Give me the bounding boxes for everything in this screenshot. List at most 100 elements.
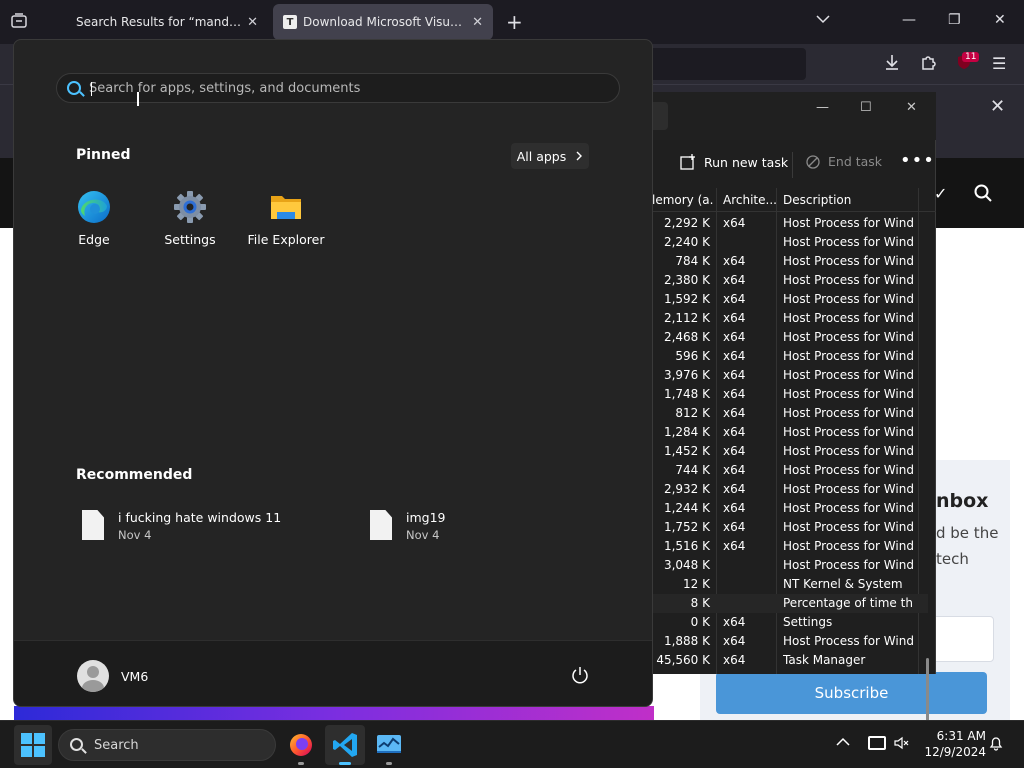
chevron-down-icon[interactable] <box>816 12 830 28</box>
column-header-description[interactable]: Description <box>783 193 903 207</box>
process-row[interactable]: 1,452 K x64 Host Process for Wind... <box>652 442 928 461</box>
pinned-app-settings[interactable]: Settings <box>144 186 236 250</box>
browser-tab-download-visual-c[interactable]: T Download Microsoft Visual C+ – ✕ <box>273 4 493 40</box>
browser-tab-bar: Search Results for “mandrake” – ✕ T Down… <box>0 0 1024 44</box>
architecture-cell: x64 <box>723 349 746 363</box>
taskbar-search-box[interactable]: Search <box>58 729 276 761</box>
architecture-cell: x64 <box>723 444 746 458</box>
minimize-icon[interactable]: — <box>816 100 829 115</box>
minimize-icon[interactable]: — <box>902 12 916 28</box>
pinned-app-file-explorer[interactable]: File Explorer <box>240 186 332 250</box>
browser-tab-search-results[interactable]: Search Results for “mandrake” – ✕ <box>66 4 268 40</box>
taskbar-search-label: Search <box>94 738 139 753</box>
memory-cell: 2,380 K <box>663 273 710 287</box>
memory-cell: 812 K <box>675 406 710 420</box>
process-row[interactable]: 1,244 K x64 Host Process for Wind... <box>652 499 928 518</box>
memory-cell: 1,284 K <box>663 425 710 439</box>
process-row[interactable]: 3,976 K x64 Host Process for Wind... <box>652 366 928 385</box>
process-row[interactable]: 812 K x64 Host Process for Wind... <box>652 404 928 423</box>
column-header-memory[interactable]: lemory (a... <box>652 193 714 207</box>
network-icon[interactable] <box>868 736 886 750</box>
search-icon <box>67 81 81 95</box>
pinned-app-edge[interactable]: Edge <box>48 186 140 250</box>
recommended-item[interactable]: img19 Nov 4 <box>370 510 446 546</box>
process-row[interactable]: 2,932 K x64 Host Process for Wind... <box>652 480 928 499</box>
show-hidden-icons-chevron-up-icon[interactable] <box>836 735 850 751</box>
download-icon[interactable] <box>884 54 900 74</box>
more-options-icon[interactable]: ••• <box>900 150 935 171</box>
process-row[interactable]: 2,292 K x64 Host Process for Wind... <box>652 214 928 233</box>
text-caret <box>91 82 92 96</box>
memory-cell: 744 K <box>675 463 710 477</box>
chevron-right-icon <box>576 149 583 164</box>
architecture-cell: x64 <box>723 463 746 477</box>
close-window-icon[interactable]: ✕ <box>994 12 1006 28</box>
url-bar[interactable] <box>640 48 806 80</box>
recommended-item-date: Nov 4 <box>118 528 152 542</box>
process-row[interactable]: 8 K Percentage of time th... <box>652 594 928 613</box>
extensions-puzzle-icon[interactable] <box>920 54 936 74</box>
task-manager-search-box[interactable] <box>652 102 668 130</box>
column-header-architecture[interactable]: Archite... <box>723 193 779 207</box>
process-row[interactable]: 3,048 K Host Process for Wind... <box>652 556 928 575</box>
process-table-header: lemory (a... Archite... Description <box>652 188 936 212</box>
new-tab-plus-icon[interactable]: + <box>506 10 523 34</box>
process-row[interactable]: 596 K x64 Host Process for Wind... <box>652 347 928 366</box>
clock[interactable]: 6:31 AM 12/9/2024 <box>900 728 986 760</box>
text-cursor-pointer <box>137 92 139 106</box>
process-row[interactable]: 0 K x64 Settings <box>652 613 928 632</box>
process-row[interactable]: 2,240 K Host Process for Wind... <box>652 233 928 252</box>
process-row[interactable]: 744 K x64 Host Process for Wind... <box>652 461 928 480</box>
architecture-cell: x64 <box>723 634 746 648</box>
close-tab-icon[interactable]: ✕ <box>247 15 258 30</box>
process-row[interactable]: 45,560 K x64 Task Manager <box>652 651 928 670</box>
process-row[interactable]: 12 K NT Kernel & System <box>652 575 928 594</box>
close-notification-icon[interactable]: ✕ <box>990 96 1005 117</box>
process-row[interactable]: 2,380 K x64 Host Process for Wind... <box>652 271 928 290</box>
close-tab-icon[interactable]: ✕ <box>472 15 483 30</box>
description-cell: Host Process for Wind... <box>783 368 913 382</box>
tab-list-icon[interactable] <box>10 12 30 32</box>
process-row[interactable]: 1,592 K x64 Host Process for Wind... <box>652 290 928 309</box>
run-new-task-button[interactable]: Run new task <box>680 154 788 170</box>
process-row[interactable]: 2,112 K x64 Host Process for Wind... <box>652 309 928 328</box>
memory-cell: 2,112 K <box>663 311 710 325</box>
start-button-windows-icon[interactable] <box>14 725 52 765</box>
process-row[interactable]: 2,468 K x64 Host Process for Wind... <box>652 328 928 347</box>
notifications-bell-icon[interactable] <box>988 735 1004 755</box>
taskbar-app-task-manager[interactable] <box>369 725 409 765</box>
subscribe-button[interactable]: Subscribe <box>716 672 987 714</box>
restore-icon[interactable]: ❐ <box>948 12 961 28</box>
taskbar-app-vscode[interactable] <box>325 725 365 765</box>
maximize-icon[interactable]: ☐ <box>860 100 872 115</box>
process-row[interactable]: 1,748 K x64 Host Process for Wind... <box>652 385 928 404</box>
close-window-icon[interactable]: ✕ <box>906 100 917 115</box>
taskbar-app-firefox[interactable] <box>281 725 321 765</box>
start-search-box[interactable] <box>56 73 620 103</box>
start-menu-footer: VM6 <box>14 640 652 706</box>
task-manager-titlebar: — ☐ ✕ <box>652 92 936 140</box>
site-search-icon[interactable] <box>974 184 992 206</box>
process-row[interactable]: 1,752 K x64 Host Process for Wind... <box>652 518 928 537</box>
description-cell: Host Process for Wind... <box>783 254 913 268</box>
description-cell: Percentage of time th... <box>783 596 913 610</box>
architecture-cell: x64 <box>723 292 746 306</box>
process-row[interactable]: 1,888 K x64 Host Process for Wind... <box>652 632 928 651</box>
description-cell: Host Process for Wind... <box>783 235 913 249</box>
process-row[interactable]: 1,284 K x64 Host Process for Wind... <box>652 423 928 442</box>
pinned-app-label: Settings <box>164 232 216 247</box>
recommended-item[interactable]: i fucking hate windows 11 Nov 4 <box>82 510 281 546</box>
hamburger-menu-icon[interactable]: ☰ <box>992 54 1006 73</box>
check-icon[interactable]: ✓ <box>934 184 947 203</box>
process-row[interactable]: 1,516 K x64 Host Process for Wind... <box>652 537 928 556</box>
power-icon[interactable] <box>570 665 590 685</box>
start-search-input[interactable] <box>89 78 589 98</box>
all-apps-button[interactable]: All apps <box>511 143 589 169</box>
user-avatar[interactable] <box>77 660 109 692</box>
process-row[interactable]: 784 K x64 Host Process for Wind... <box>652 252 928 271</box>
user-name[interactable]: VM6 <box>121 669 148 684</box>
end-task-button[interactable]: End task <box>806 154 882 169</box>
active-indicator <box>339 762 351 765</box>
windows-logo-tile <box>21 746 32 757</box>
memory-cell: 2,240 K <box>663 235 710 249</box>
